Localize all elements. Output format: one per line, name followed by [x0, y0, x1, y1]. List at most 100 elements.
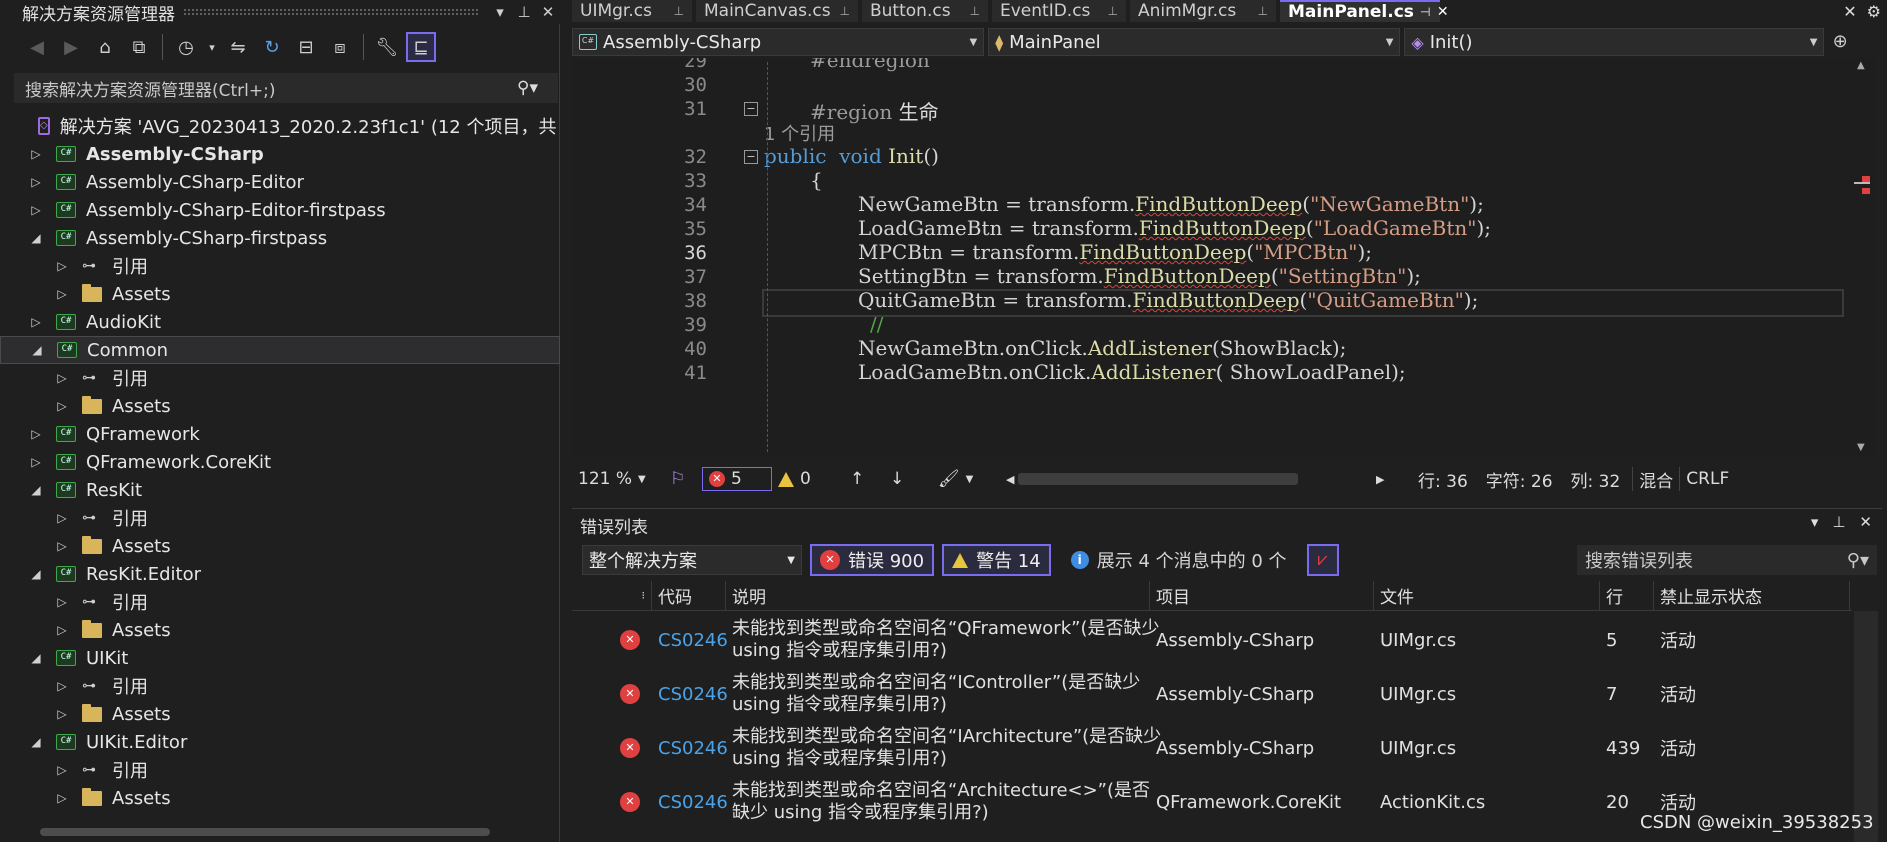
collapsed-arrow-icon[interactable]: ▷: [54, 371, 70, 385]
tree-folder-node[interactable]: ▷ Assets: [0, 532, 560, 560]
project-dropdown[interactable]: C# Assembly-CSharp ▼: [572, 28, 985, 56]
error-list-vertical-scrollbar[interactable]: [1854, 611, 1878, 842]
column-header-suppression[interactable]: 禁止显示状态: [1654, 580, 1850, 611]
errors-indicator[interactable]: ✕ 5: [702, 467, 772, 491]
error-list-search-input[interactable]: 搜索错误列表: [1585, 547, 1847, 573]
filter-build-intellisense-icon[interactable]: ⩗: [1306, 544, 1339, 576]
code-lens-references[interactable]: 1 个引用: [764, 120, 835, 146]
error-code-cell[interactable]: CS0246: [652, 721, 728, 775]
collapsed-arrow-icon[interactable]: ▷: [28, 175, 44, 189]
horizontal-scrollbar[interactable]: [40, 828, 490, 836]
close-icon[interactable]: ✕: [1859, 513, 1872, 531]
pin-icon[interactable]: ⊥: [674, 4, 684, 18]
search-icon[interactable]: ⚲▾: [1847, 550, 1869, 571]
collapsed-arrow-icon[interactable]: ▷: [54, 623, 70, 637]
home-icon[interactable]: ⌂: [90, 32, 120, 62]
warnings-filter-toggle[interactable]: 警告 14: [942, 544, 1051, 576]
class-dropdown[interactable]: ⧫ MainPanel ▼: [988, 28, 1401, 56]
collapsed-arrow-icon[interactable]: ▷: [54, 763, 70, 777]
error-row[interactable]: ✕ CS0246 未能找到类型或命名空间名“QFramework”(是否缺少 usin…: [572, 613, 1852, 667]
refresh-icon[interactable]: ↻: [257, 32, 287, 62]
collapsed-arrow-icon[interactable]: ▷: [54, 539, 70, 553]
pin-icon[interactable]: ⊥: [1258, 4, 1268, 18]
tree-project-node[interactable]: ◢ C# ResKit: [0, 476, 560, 504]
zoom-dropdown[interactable]: 121 % ▼: [572, 467, 664, 491]
char-indicator[interactable]: 字符: 26: [1480, 467, 1559, 492]
tree-project-node[interactable]: ◢ C# Common: [0, 336, 560, 364]
pin-icon[interactable]: ⊥: [1832, 513, 1845, 531]
scroll-down-icon[interactable]: ▼: [1857, 442, 1865, 453]
editor-vertical-scrollbar[interactable]: ▲ ▼: [1852, 58, 1876, 456]
warnings-indicator[interactable]: 0: [772, 467, 832, 491]
tree-folder-node[interactable]: ▷ Assets: [0, 280, 560, 308]
collapsed-arrow-icon[interactable]: ▷: [54, 595, 70, 609]
pin-icon[interactable]: ⊥: [512, 3, 536, 21]
solution-search-input[interactable]: 搜索解决方案资源管理器(Ctrl+;): [25, 76, 517, 101]
scroll-right-icon[interactable]: ▶: [1370, 467, 1388, 491]
error-code-cell[interactable]: CS0246: [652, 613, 728, 667]
collapsed-arrow-icon[interactable]: ▷: [54, 511, 70, 525]
scroll-left-icon[interactable]: ◀: [1000, 467, 1018, 491]
tree-project-node[interactable]: ▷ C# QFramework: [0, 420, 560, 448]
expanded-arrow-icon[interactable]: ◢: [28, 567, 44, 581]
tree-project-node[interactable]: ◢ C# Assembly-CSharp-firstpass: [0, 224, 560, 252]
expanded-arrow-icon[interactable]: ◢: [29, 343, 45, 357]
settings-gear-icon[interactable]: ⚙: [1867, 2, 1881, 21]
tree-references-node[interactable]: ▷ ⊶ 引用: [0, 364, 560, 392]
collapse-region-icon[interactable]: −: [744, 102, 758, 116]
solution-search-box[interactable]: 搜索解决方案资源管理器(Ctrl+;) ⚲▾: [14, 73, 558, 103]
error-code-cell[interactable]: [652, 829, 726, 842]
expanded-arrow-icon[interactable]: ◢: [28, 231, 44, 245]
dropdown-icon[interactable]: ▾: [488, 3, 512, 21]
show-all-files-icon[interactable]: ⧈: [325, 32, 355, 62]
close-icon[interactable]: ✕: [536, 3, 560, 21]
eol-indicator[interactable]: CRLF: [1679, 467, 1735, 491]
document-tab[interactable]: Button.cs ⊥: [862, 0, 988, 22]
sync-with-active-document-icon[interactable]: ⇋: [223, 32, 253, 62]
forward-icon[interactable]: ▶: [56, 32, 86, 62]
column-header-line[interactable]: 行: [1600, 580, 1654, 611]
document-tab[interactable]: EventID.cs ⊥: [992, 0, 1126, 22]
error-code-cell[interactable]: CS0246: [652, 775, 728, 829]
line-indicator[interactable]: 行: 36: [1412, 467, 1474, 492]
solution-root-node[interactable]: ◇ 解决方案 'AVG_20230413_2020.2.23f1c1' (12 …: [0, 112, 560, 140]
expanded-arrow-icon[interactable]: ◢: [28, 651, 44, 665]
document-tab[interactable]: UIMgr.cs ⊥: [572, 0, 692, 22]
tree-references-node[interactable]: ▷ ⊶ 引用: [0, 588, 560, 616]
preview-selected-items-icon[interactable]: ⊑: [406, 32, 436, 62]
tree-folder-node[interactable]: ▷ Assets: [0, 616, 560, 644]
tree-project-node[interactable]: ▷ C# Assembly-CSharp-Editor-firstpass: [0, 196, 560, 224]
collapsed-arrow-icon[interactable]: ▷: [54, 399, 70, 413]
pin-icon[interactable]: ⊥: [1108, 4, 1118, 18]
messages-filter-toggle[interactable]: i 展示 4 个消息中的 0 个: [1070, 547, 1287, 573]
pin-icon[interactable]: ⊥: [840, 4, 850, 18]
tree-project-node[interactable]: ◢ C# UIKit.Editor: [0, 728, 560, 756]
collapse-method-icon[interactable]: −: [744, 150, 758, 164]
expanded-arrow-icon[interactable]: ◢: [28, 483, 44, 497]
column-header-file[interactable]: 文件: [1374, 580, 1600, 611]
horizontal-scrollbar[interactable]: [1018, 473, 1298, 485]
tree-folder-node[interactable]: ▷ Assets: [0, 392, 560, 420]
column-indicator[interactable]: 列: 32: [1565, 467, 1627, 492]
collapse-all-icon[interactable]: ⊟: [291, 32, 321, 62]
tree-folder-node[interactable]: ▷ Assets: [0, 700, 560, 728]
tree-folder-node[interactable]: ▷ Assets: [0, 784, 560, 812]
close-icon[interactable]: ✕: [1843, 2, 1856, 21]
column-header-description[interactable]: 说明: [726, 580, 1150, 611]
tree-project-node[interactable]: ▷ C# Assembly-CSharp-Editor: [0, 168, 560, 196]
code-cleanup-icon[interactable]: ⚐: [664, 467, 692, 491]
code-editor[interactable]: 29 30 31 32 33 34 35 36 37 38 39 40 41 − − #endregio…: [572, 58, 1852, 456]
back-icon[interactable]: ◀: [22, 32, 52, 62]
pin-icon[interactable]: ⊥: [970, 4, 980, 18]
brush-cleanup-icon[interactable]: 🖌︎ ▼: [932, 467, 982, 491]
error-code-cell[interactable]: CS0246: [652, 667, 728, 721]
next-issue-arrow-icon[interactable]: ↓: [884, 467, 924, 491]
document-tab[interactable]: AnimMgr.cs ⊥: [1130, 0, 1276, 22]
collapsed-arrow-icon[interactable]: ▷: [54, 259, 70, 273]
switch-views-icon[interactable]: ⧉: [124, 32, 154, 62]
collapsed-arrow-icon[interactable]: ▷: [54, 707, 70, 721]
pending-changes-filter-icon[interactable]: ◷: [171, 32, 201, 62]
error-row[interactable]: ✕ CS0246 未能找到类型或命名空间名“IArchitecture”(是否缺少 u…: [572, 721, 1852, 775]
pin-icon[interactable]: ⊣: [1420, 5, 1431, 19]
tree-references-node[interactable]: ▷ ⊶ 引用: [0, 672, 560, 700]
